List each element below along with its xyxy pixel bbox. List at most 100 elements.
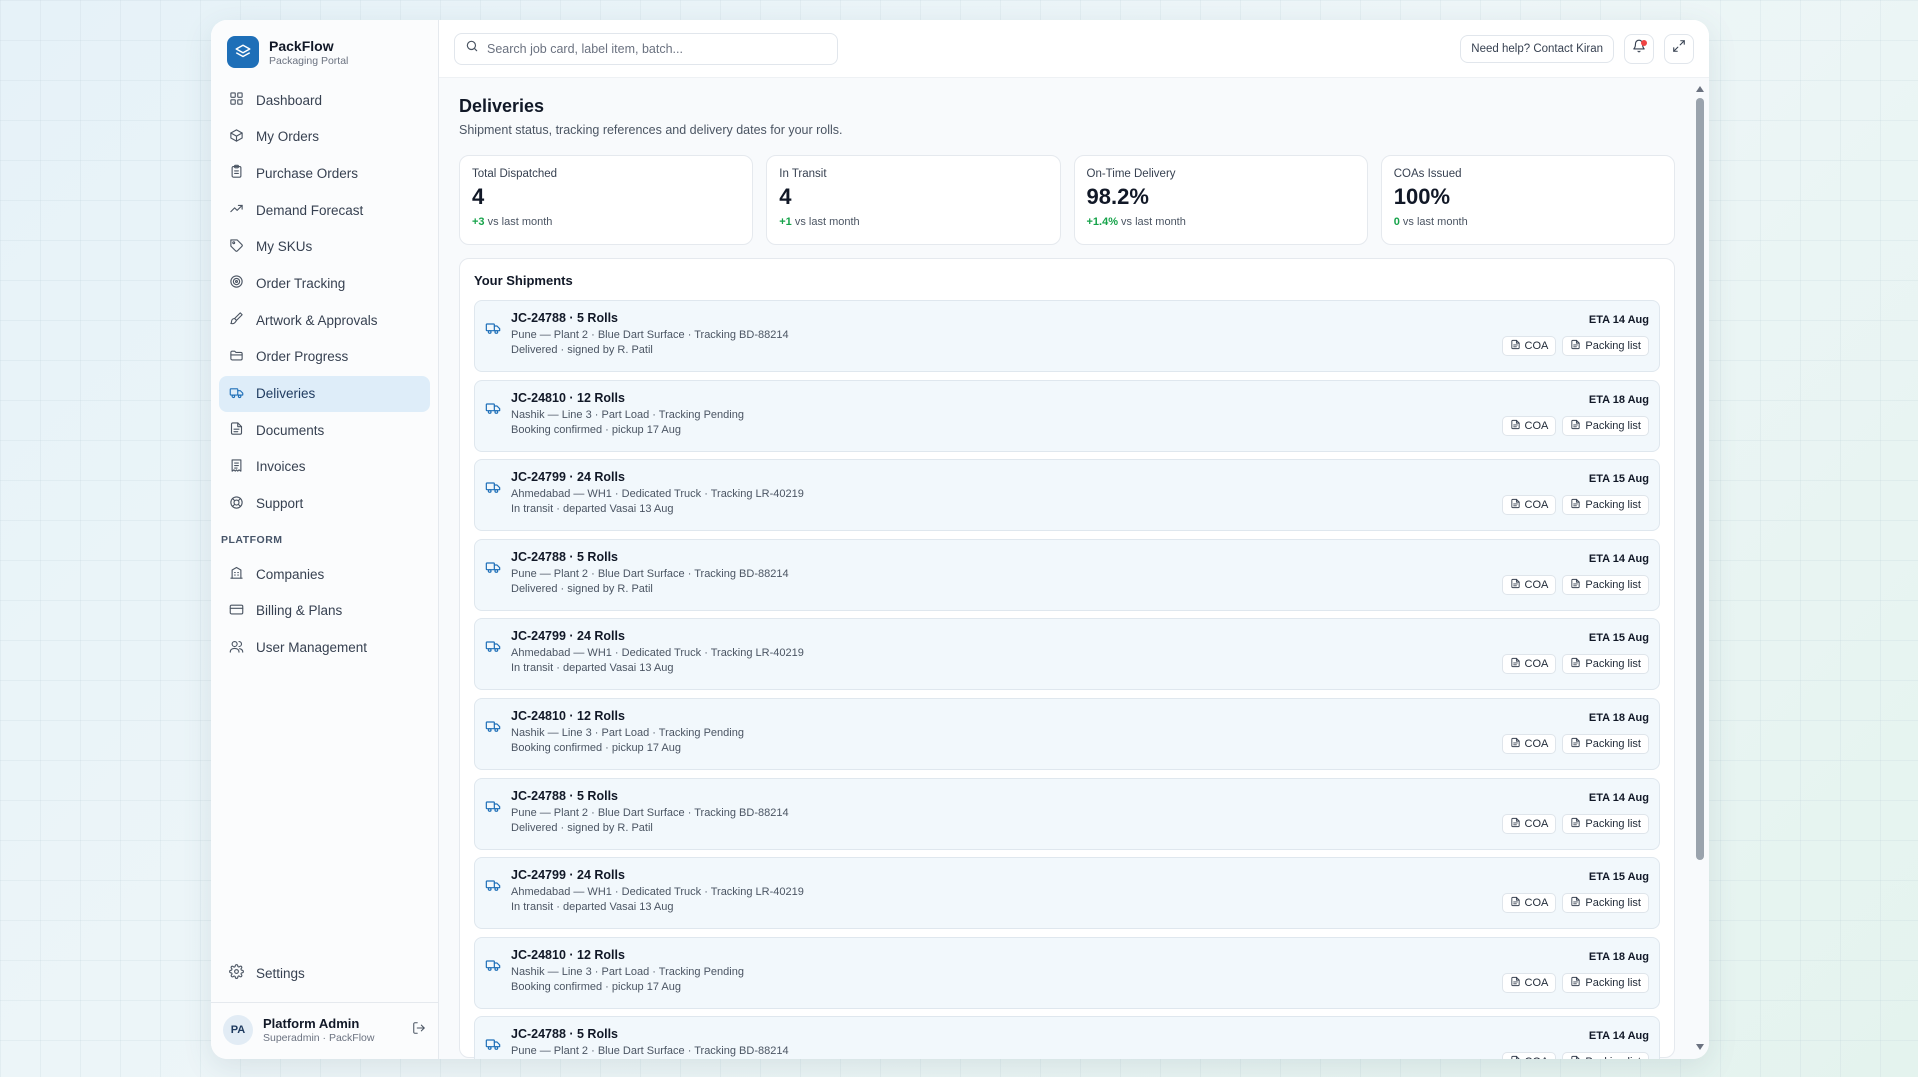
sidebar-item-deliveries[interactable]: Deliveries xyxy=(219,375,430,412)
packing-list-button[interactable]: Packing list xyxy=(1562,1052,1649,1059)
sidebar-item-settings[interactable]: Settings xyxy=(219,955,430,991)
shipment-row[interactable]: JC-24810 · 12 Rolls Nashik — Line 3 · Par… xyxy=(474,379,1660,452)
packing-list-button[interactable]: Packing list xyxy=(1562,415,1649,436)
brand[interactable]: PackFlow Packaging Portal xyxy=(211,20,438,80)
coa-button[interactable]: COA xyxy=(1501,654,1557,675)
scrollbar[interactable] xyxy=(1695,84,1705,1052)
shipment-detail: Ahmedabad — WH1 · Dedicated Truck · Trac… xyxy=(511,647,804,660)
user-role: Superadmin · PackFlow xyxy=(263,1032,375,1044)
sidebar-item-order-tracking[interactable]: Order Tracking xyxy=(219,265,430,301)
packing-list-button[interactable]: Packing list xyxy=(1562,813,1649,834)
coa-label: COA xyxy=(1524,340,1549,352)
search-icon xyxy=(465,39,479,58)
coa-button[interactable]: COA xyxy=(1501,495,1557,516)
coa-button[interactable]: COA xyxy=(1501,574,1557,595)
shipment-row[interactable]: JC-24788 · 5 Rolls Pune — Plant 2 · Blue … xyxy=(474,1016,1660,1059)
coa-label: COA xyxy=(1524,817,1549,830)
packing-list-label: Packing list xyxy=(1585,737,1641,750)
sidebar-item-label: Order Tracking xyxy=(256,275,346,291)
packing-list-button[interactable]: Packing list xyxy=(1562,654,1649,675)
packing-list-button[interactable]: Packing list xyxy=(1562,336,1649,356)
sidebar-item-label: User Management xyxy=(256,640,368,656)
logout-icon[interactable] xyxy=(412,1021,426,1040)
card-icon xyxy=(229,602,244,620)
shipment-status: Booking confirmed · pickup 17 Aug xyxy=(511,741,681,754)
coa-button[interactable]: COA xyxy=(1501,733,1557,754)
help-contact-button[interactable]: Need help? Contact Kiran xyxy=(1460,34,1614,63)
shipment-row[interactable]: JC-24799 · 24 Rolls Ahmedabad — WH1 · Ded… xyxy=(474,857,1660,930)
stat-delta-suffix: vs last month xyxy=(1399,216,1468,228)
search-input[interactable] xyxy=(487,41,827,56)
scroll-thumb[interactable] xyxy=(1696,98,1704,860)
shipment-eta: ETA 15 Aug xyxy=(1588,871,1649,884)
stat-delta-suffix: vs last month xyxy=(484,216,553,228)
stat-card: Total Dispatched 4 +3 vs last month xyxy=(459,155,754,245)
coa-button[interactable]: COA xyxy=(1501,813,1557,834)
sidebar-item-billing-plans[interactable]: Billing & Plans xyxy=(219,593,430,629)
coa-label: COA xyxy=(1525,1056,1549,1059)
stat-delta-value: +1.4% xyxy=(1086,216,1119,228)
shipment-row[interactable]: JC-24799 · 24 Rolls Ahmedabad — WH1 · Ded… xyxy=(474,618,1660,691)
shipment-eta: ETA 14 Aug xyxy=(1588,791,1649,804)
sidebar-item-my-skus[interactable]: My SKUs xyxy=(219,229,430,265)
sidebar-nav-platform: Companies Billing & Plans User Management xyxy=(211,554,438,668)
shipment-detail: Nashik — Line 3 · Part Load · Tracking P… xyxy=(511,726,744,739)
user-name: Platform Admin xyxy=(263,1016,360,1031)
shipment-row[interactable]: JC-24788 · 5 Rolls Pune — Plant 2 · Blue … xyxy=(474,538,1660,611)
packing-list-button[interactable]: Packing list xyxy=(1562,972,1649,993)
coa-label: COA xyxy=(1524,499,1549,512)
stat-card: On-Time Delivery 98.2% +1.4% vs last month xyxy=(1073,155,1368,245)
trending-icon xyxy=(229,201,244,219)
sidebar-item-demand-forecast[interactable]: Demand Forecast xyxy=(219,192,430,228)
document-icon xyxy=(1570,419,1581,433)
main-area: Need help? Contact Kiran Deliveries Ship… xyxy=(439,20,1709,1059)
sidebar-item-purchase-orders[interactable]: Purchase Orders xyxy=(219,155,430,191)
packing-list-label: Packing list xyxy=(1585,658,1641,671)
coa-button[interactable]: COA xyxy=(1501,1052,1557,1059)
document-icon xyxy=(1570,339,1581,353)
sidebar-item-artwork-approvals[interactable]: Artwork & Approvals xyxy=(219,302,430,338)
packing-list-button[interactable]: Packing list xyxy=(1562,574,1649,595)
sidebar-item-support[interactable]: Support xyxy=(219,486,430,522)
user-profile: PA Platform Admin Superadmin · PackFlow xyxy=(211,1002,438,1059)
coa-button[interactable]: COA xyxy=(1501,893,1557,914)
sidebar-item-invoices[interactable]: Invoices xyxy=(219,449,430,485)
stats-row: Total Dispatched 4 +3 vs last month In Tran… xyxy=(459,155,1675,245)
layers-logo-icon xyxy=(227,36,259,68)
packing-list-button[interactable]: Packing list xyxy=(1562,893,1649,914)
shipment-row[interactable]: JC-24788 · 5 Rolls Pune — Plant 2 · Blue … xyxy=(474,777,1660,850)
shipment-row[interactable]: JC-24810 · 12 Rolls Nashik — Line 3 · Par… xyxy=(474,936,1660,1009)
sidebar-item-order-progress[interactable]: Order Progress xyxy=(219,339,430,375)
fullscreen-button[interactable] xyxy=(1664,33,1694,64)
shipment-row[interactable]: JC-24799 · 24 Rolls Ahmedabad — WH1 · Ded… xyxy=(474,459,1660,532)
scroll-up-arrow-icon[interactable] xyxy=(1695,84,1705,94)
stat-value: 4 xyxy=(779,184,792,209)
packing-list-button[interactable]: Packing list xyxy=(1562,495,1649,516)
shipment-status: Delivered · signed by R. Patil xyxy=(511,582,653,595)
sidebar-item-documents[interactable]: Documents xyxy=(219,412,430,448)
stat-delta: +1.4% vs last month xyxy=(1087,216,1355,228)
sidebar-item-user-management[interactable]: User Management xyxy=(219,630,430,666)
sidebar-item-dashboard[interactable]: Dashboard xyxy=(219,82,430,118)
notifications-button[interactable] xyxy=(1624,33,1654,64)
stat-delta-suffix: vs last month xyxy=(791,216,860,228)
shipment-row[interactable]: JC-24788 · 5 Rolls Pune — Plant 2 · Blue … xyxy=(474,300,1660,372)
coa-button[interactable]: COA xyxy=(1501,972,1557,993)
sidebar-bottom: Settings PA Platform Admin Superadmin · … xyxy=(211,955,438,1059)
stat-delta-value: +3 xyxy=(472,216,485,228)
avatar[interactable]: PA xyxy=(223,1015,253,1045)
sidebar-item-my-orders[interactable]: My Orders xyxy=(219,119,430,155)
notification-dot xyxy=(1641,39,1647,46)
search-box[interactable] xyxy=(454,32,838,65)
packing-list-button[interactable]: Packing list xyxy=(1562,733,1649,754)
folder-icon xyxy=(229,348,244,366)
sidebar-item-label: Documents xyxy=(256,422,325,438)
scroll-track[interactable] xyxy=(1695,94,1705,1042)
shipment-detail: Ahmedabad — WH1 · Dedicated Truck · Trac… xyxy=(511,886,804,899)
coa-button[interactable]: COA xyxy=(1501,336,1557,356)
sidebar-item-companies[interactable]: Companies xyxy=(219,556,430,592)
scroll-down-arrow-icon[interactable] xyxy=(1695,1042,1705,1052)
shipment-detail: Nashik — Line 3 · Part Load · Tracking P… xyxy=(511,965,744,978)
coa-button[interactable]: COA xyxy=(1501,415,1557,436)
shipment-row[interactable]: JC-24810 · 12 Rolls Nashik — Line 3 · Par… xyxy=(474,697,1660,770)
